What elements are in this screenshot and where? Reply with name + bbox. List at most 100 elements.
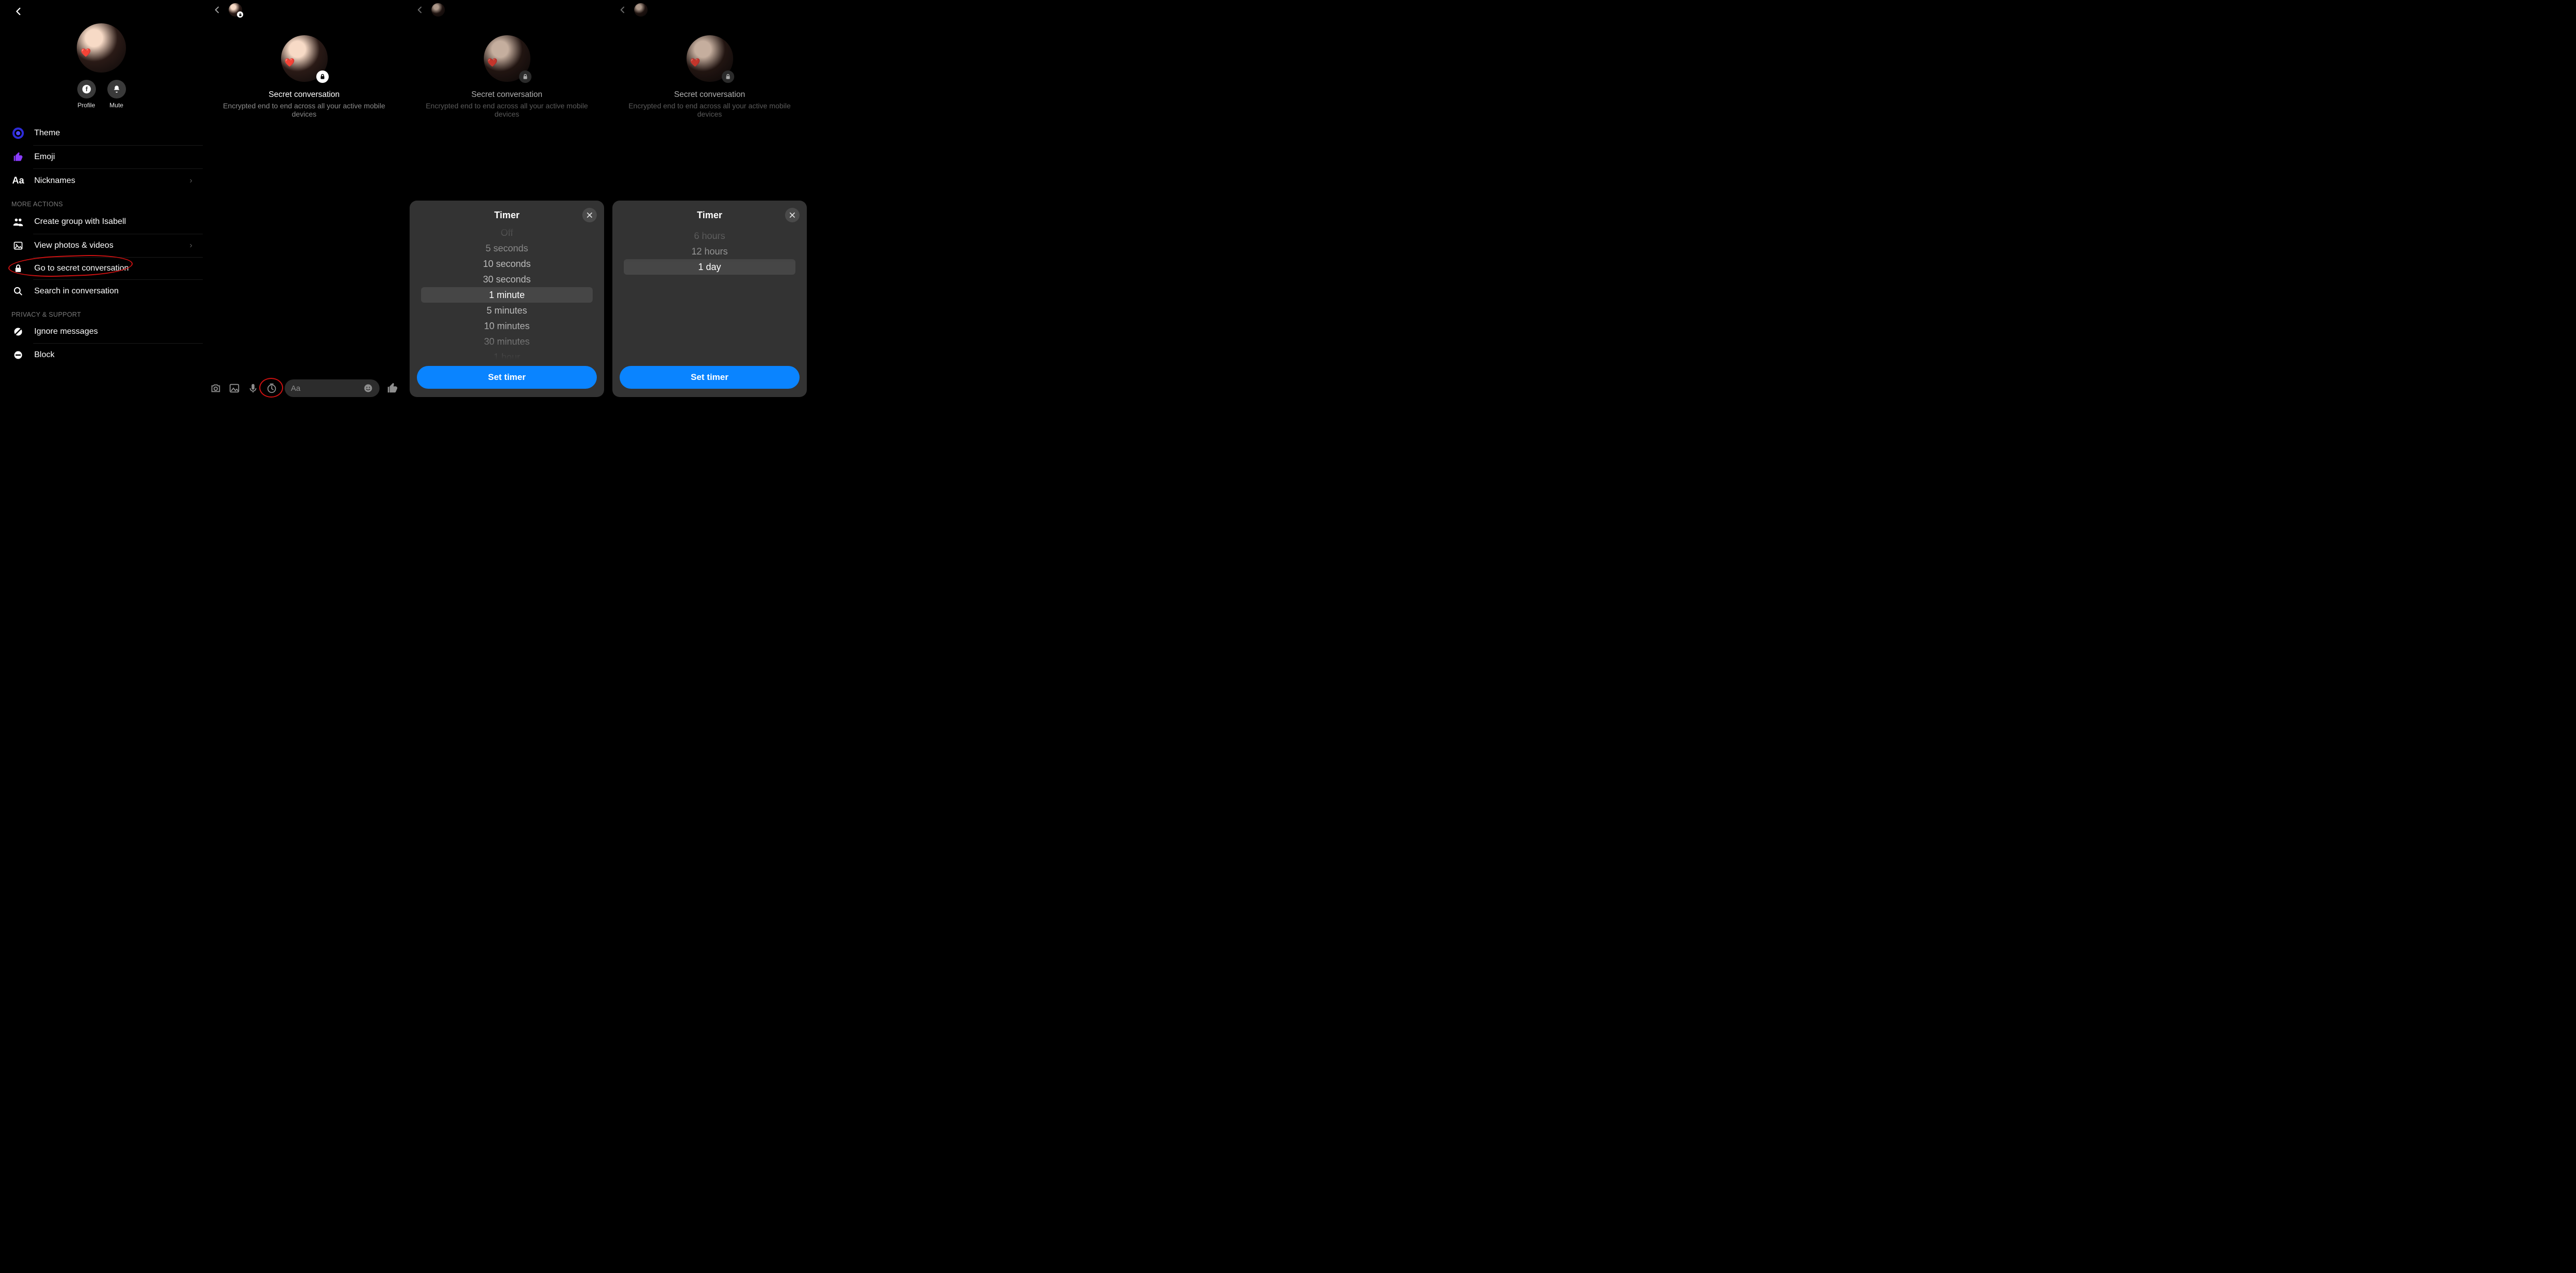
timer-option[interactable]: 10 minutes — [417, 318, 597, 334]
timer-option[interactable]: 1 day — [624, 259, 795, 275]
chevron-left-icon — [619, 6, 627, 14]
theme-color-icon — [12, 128, 24, 139]
secret-subtitle: Encrypted end to end across all your act… — [405, 102, 608, 118]
mic-icon — [247, 383, 259, 394]
highlight-annotation — [259, 378, 283, 398]
timer-option[interactable]: 10 seconds — [417, 256, 597, 272]
timer-option[interactable]: 5 minutes — [417, 303, 597, 318]
gallery-button[interactable] — [229, 383, 240, 394]
timer-modal-title: Timer — [697, 210, 722, 220]
lock-icon — [725, 74, 731, 80]
profile-label: Profile — [77, 102, 95, 109]
timer-option[interactable]: 5 seconds — [417, 241, 597, 256]
back-button[interactable] — [414, 4, 426, 16]
emoji-row[interactable]: Emoji — [0, 146, 203, 168]
avatar-small[interactable] — [634, 3, 648, 17]
lock-icon — [319, 74, 326, 80]
lock-badge — [722, 70, 734, 83]
group-icon — [12, 216, 24, 228]
view-photos-row[interactable]: View photos & videos › — [0, 234, 203, 257]
search-icon — [13, 286, 23, 296]
search-label: Search in conversation — [34, 287, 192, 296]
avatar-small[interactable] — [229, 3, 242, 17]
secret-conversation-label: Go to secret conversation — [34, 264, 192, 273]
back-button[interactable] — [12, 5, 25, 18]
lock-icon — [13, 264, 23, 273]
timer-option[interactable]: 1 minute — [421, 287, 593, 303]
nicknames-row[interactable]: Aa Nicknames › — [0, 169, 203, 192]
heart-overlay-icon: ❤️ — [690, 58, 701, 68]
timer-picker[interactable]: Off5 seconds10 seconds30 seconds1 minute… — [417, 225, 597, 360]
timer-modal: Timer Off5 seconds10 seconds30 seconds1 … — [410, 201, 604, 397]
mute-button[interactable]: Mute — [107, 80, 126, 109]
nicknames-label: Nicknames — [34, 176, 181, 186]
secret-title: Secret conversation — [608, 90, 811, 100]
mic-button[interactable] — [247, 383, 259, 394]
timer-picker[interactable]: 10 minutes30 minutes1 hour6 hours12 hour… — [620, 225, 800, 360]
secret-subtitle: Encrypted end to end across all your act… — [203, 102, 405, 118]
ignore-messages-label: Ignore messages — [34, 327, 192, 336]
block-icon — [13, 350, 23, 360]
timer-modal-panel-1min: ❤️ Secret conversation Encrypted end to … — [405, 0, 608, 401]
timer-modal: Timer 10 minutes30 minutes1 hour6 hours1… — [612, 201, 807, 397]
timer-option[interactable]: 12 hours — [620, 244, 800, 259]
thumb-up-icon — [387, 383, 398, 394]
secret-conversation-row[interactable]: Go to secret conversation — [0, 258, 203, 279]
emoji-label: Emoji — [34, 152, 192, 162]
bell-icon — [112, 84, 121, 94]
create-group-label: Create group with Isabell — [34, 217, 192, 227]
lock-icon — [239, 13, 242, 17]
message-placeholder: Aa — [291, 384, 300, 393]
search-row[interactable]: Search in conversation — [0, 280, 203, 303]
secret-chat-panel: ❤️ Secret conversation Encrypted end to … — [203, 0, 405, 401]
back-button[interactable] — [211, 4, 223, 16]
timer-button[interactable] — [266, 383, 277, 394]
chevron-right-icon: › — [190, 176, 192, 186]
secret-title: Secret conversation — [203, 90, 405, 100]
ignore-messages-row[interactable]: Ignore messages — [0, 320, 203, 343]
avatar-small[interactable] — [431, 3, 445, 17]
close-icon — [789, 211, 796, 219]
chevron-left-icon — [213, 6, 221, 14]
chevron-left-icon — [14, 7, 23, 16]
block-label: Block — [34, 350, 192, 360]
image-icon — [229, 383, 240, 394]
chat-settings-panel: ❤️ f Profile Mute Theme Emoji Aa Nicknam… — [0, 0, 203, 401]
heart-overlay-icon: ❤️ — [81, 48, 91, 58]
back-button[interactable] — [617, 4, 629, 16]
timer-option[interactable]: 30 minutes — [417, 334, 597, 349]
smile-icon — [363, 383, 373, 393]
close-icon — [586, 211, 593, 219]
camera-icon — [210, 383, 221, 394]
section-privacy-support: PRIVACY & SUPPORT — [0, 303, 203, 320]
timer-option[interactable]: Off — [417, 225, 597, 241]
set-timer-button[interactable]: Set timer — [417, 366, 597, 389]
message-input[interactable]: Aa — [285, 379, 380, 397]
ignore-icon — [13, 327, 23, 337]
timer-option[interactable]: 1 hour — [417, 349, 597, 360]
section-more-actions: MORE ACTIONS — [0, 192, 203, 210]
close-button[interactable] — [582, 208, 597, 222]
composer: Aa — [203, 379, 405, 397]
timer-modal-panel-1day: ❤️ Secret conversation Encrypted end to … — [608, 0, 811, 401]
secret-title: Secret conversation — [405, 90, 608, 100]
timer-option[interactable]: 6 hours — [620, 228, 800, 244]
like-button[interactable] — [387, 383, 398, 394]
avatar[interactable]: ❤️ — [77, 23, 126, 73]
set-timer-button[interactable]: Set timer — [620, 366, 800, 389]
chevron-left-icon — [416, 6, 424, 14]
emoji-button[interactable] — [363, 383, 373, 393]
profile-button[interactable]: f Profile — [77, 80, 96, 109]
secret-subtitle: Encrypted end to end across all your act… — [608, 102, 811, 118]
close-button[interactable] — [785, 208, 800, 222]
theme-label: Theme — [34, 129, 192, 138]
lock-badge — [519, 70, 531, 83]
block-row[interactable]: Block — [0, 344, 203, 366]
lock-badge — [316, 70, 329, 83]
timer-option[interactable]: 30 seconds — [417, 272, 597, 287]
camera-button[interactable] — [210, 383, 221, 394]
chevron-right-icon: › — [190, 241, 192, 250]
theme-row[interactable]: Theme — [0, 121, 203, 145]
create-group-row[interactable]: Create group with Isabell — [0, 210, 203, 234]
view-photos-label: View photos & videos — [34, 241, 181, 250]
